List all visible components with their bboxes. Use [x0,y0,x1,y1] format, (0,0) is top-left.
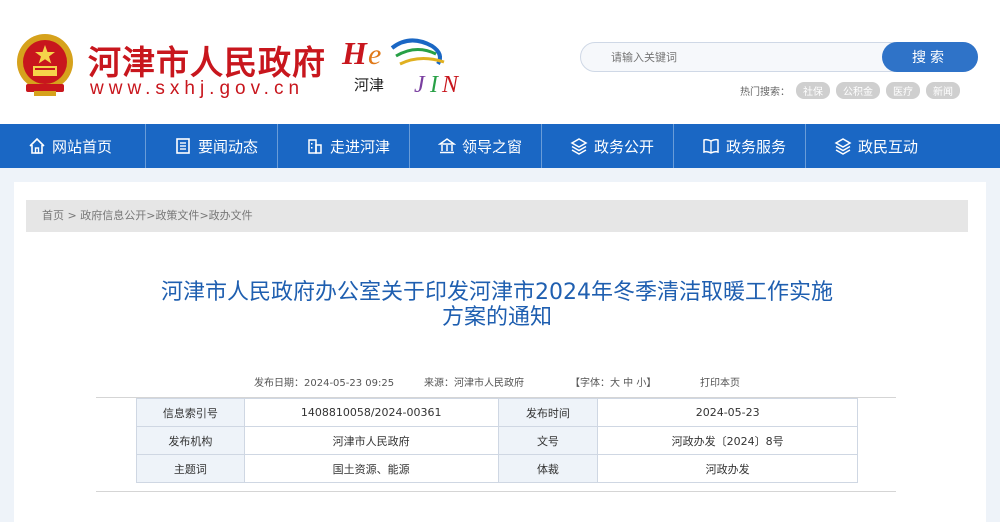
hot-word-tag[interactable]: 医疗 [886,82,920,99]
print-link[interactable]: 打印本页 [700,374,740,389]
news-icon [174,137,192,155]
table-value: 2024-05-23 [597,398,858,427]
table-key: 信息索引号 [136,398,245,427]
article-title: 河津市人民政府办公室关于印发河津市2024年冬季清洁取暖工作实施 方案的通知 [84,280,910,330]
nav-item-news[interactable]: 要闻动态 [146,124,278,168]
nav-item-label: 政民互动 [858,137,919,156]
breadcrumb-item[interactable]: 首页 [42,209,64,222]
table-value: 河政办发〔2024〕8号 [597,426,858,455]
svg-text:e: e [368,38,381,71]
nav-item-home[interactable]: 网站首页 [0,124,146,168]
nav-item-gov-service[interactable]: 政务服务 [674,124,806,168]
table-row: 信息索引号 1408810058/2024-00361 发布时间 2024-05… [136,398,858,427]
publish-date-label: 发布日期： [254,378,304,389]
main-nav: 网站首页 要闻动态 走进河津 领导之窗 政务公开 政务服务 政民互动 [0,124,1000,168]
building-icon [306,137,324,155]
hot-word-tag[interactable]: 新闻 [926,82,960,99]
table-key: 发布时间 [497,398,599,427]
layers-icon [834,137,852,155]
source-value: 河津市人民政府 [454,378,524,389]
nav-item-label: 政务公开 [594,137,655,156]
search-input[interactable] [595,43,875,71]
publish-date: 2024-05-23 09:25 [304,378,395,389]
source-meta: 来源：河津市人民政府 [424,374,524,389]
nav-item-gov-open[interactable]: 政务公开 [542,124,674,168]
nav-item-label: 政务服务 [726,137,787,156]
table-key: 发布机构 [136,426,245,455]
hot-word-tag[interactable]: 社保 [796,82,830,99]
site-name[interactable]: 河津市人民政府 [88,36,326,84]
layers-icon [570,137,588,155]
table-key: 体裁 [497,454,599,483]
table-value: 河政办发 [597,454,858,483]
home-icon [28,137,46,155]
article-title-line: 河津市人民政府办公室关于印发河津市2024年冬季清洁取暖工作实施 [161,280,833,305]
site-url: www.sxhj.gov.cn [90,78,305,99]
nav-item-leaders[interactable]: 领导之窗 [410,124,542,168]
hot-word-tag[interactable]: 公积金 [836,82,880,99]
font-size-switch[interactable]: 【字体：大 中 小】 [570,374,656,389]
nav-item-label: 网站首页 [52,137,113,156]
table-value: 国土资源、能源 [243,454,499,483]
nav-item-label: 要闻动态 [198,137,259,156]
nav-item-label: 走进河津 [330,137,391,156]
nav-item-interaction[interactable]: 政民互动 [806,124,1000,168]
table-key: 文号 [497,426,599,455]
table-row: 发布机构 河津市人民政府 文号 河政办发〔2024〕8号 [136,426,858,455]
svg-text:H: H [341,35,368,71]
svg-text:J: J [414,72,426,98]
table-value: 1408810058/2024-00361 [243,398,499,427]
breadcrumb-item[interactable]: 政办文件 [209,209,253,222]
national-emblem-icon [14,32,76,98]
site-header: 河津市人民政府 www.sxhj.gov.cn H e J I N 河津 搜索 … [0,0,1000,124]
search-box: 搜索 [580,42,978,72]
hejin-brand-logo: H e J I N 河津 [340,30,470,100]
svg-text:N: N [441,72,460,98]
article-container: 首页 > 政府信息公开>政策文件>政办文件 河津市人民政府办公室关于印发河津市2… [14,182,986,522]
article-title-line: 方案的通知 [441,305,552,330]
search-button[interactable]: 搜索 [882,42,978,72]
hot-search-label: 热门搜索： [740,87,790,98]
table-key: 主题词 [136,454,245,483]
divider [96,491,896,492]
book-icon [702,137,720,155]
info-table: 信息索引号 1408810058/2024-00361 发布时间 2024-05… [136,398,858,483]
breadcrumb: 首页 > 政府信息公开>政策文件>政办文件 [26,200,968,232]
source-label: 来源： [424,378,454,389]
bank-icon [437,137,457,155]
nav-item-label: 领导之窗 [462,137,523,156]
publish-date-meta: 发布日期：2024-05-23 09:25 [254,374,394,389]
brand-text: 河津 [354,76,385,94]
hot-search: 热门搜索： 社保 公积金 医疗 新闻 [740,82,960,99]
svg-text:I: I [429,72,439,98]
breadcrumb-item[interactable]: 政府信息公开 [80,209,146,222]
nav-item-about[interactable]: 走进河津 [278,124,410,168]
table-row: 主题词 国土资源、能源 体裁 河政办发 [136,454,858,483]
breadcrumb-item[interactable]: 政策文件 [155,209,199,222]
table-value: 河津市人民政府 [243,426,499,455]
